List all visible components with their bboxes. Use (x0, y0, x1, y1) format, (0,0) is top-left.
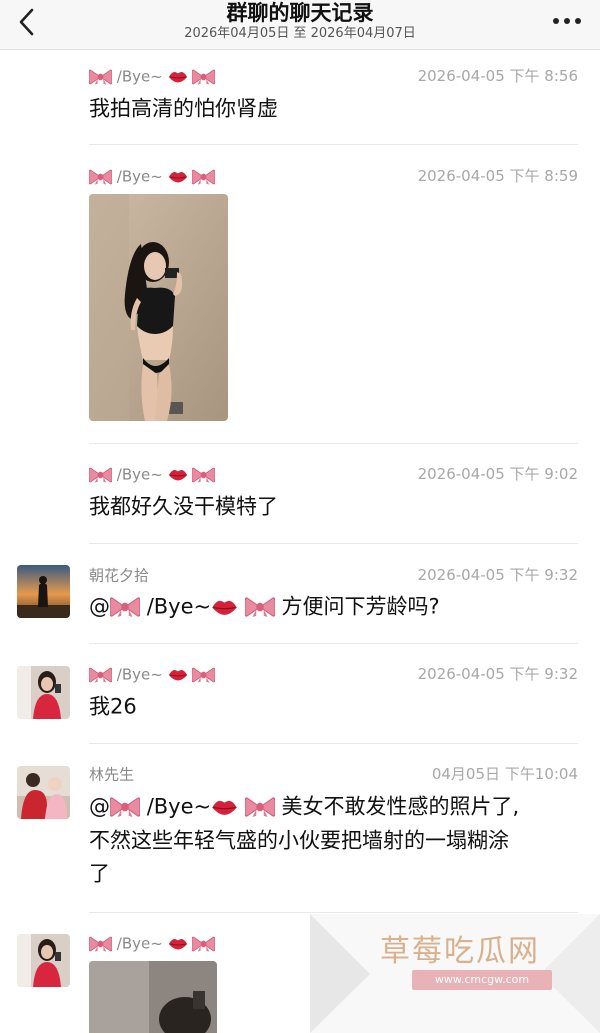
lips-icon (168, 170, 188, 184)
divider (89, 543, 578, 544)
sender-name: /Bye~ (89, 464, 215, 485)
sender-name: /Bye~ (89, 166, 215, 187)
bow-icon (192, 467, 215, 483)
bow-icon (245, 596, 275, 618)
bow-icon (192, 667, 215, 683)
photo-message[interactable] (89, 194, 228, 421)
lips-icon (168, 468, 188, 482)
message-text[interactable]: 我拍高清的怕你肾虚 (89, 92, 278, 126)
lips-icon (168, 668, 188, 682)
lips-icon (168, 937, 188, 951)
lips-icon (211, 598, 238, 617)
sender-name: 林先生 (89, 765, 135, 784)
more-button[interactable] (550, 8, 584, 34)
chat-history-page: 群聊的聊天记录 2026年04月05日 至 2026年04月07日 /Bye~ … (0, 0, 600, 1033)
date-range: 2026年04月05日 至 2026年04月07日 (184, 26, 416, 41)
divider (89, 743, 578, 744)
header-bar: 群聊的聊天记录 2026年04月05日 至 2026年04月07日 (0, 0, 600, 50)
message-time: 2026-04-05 下午 9:32 (417, 566, 578, 584)
bow-icon (110, 796, 140, 818)
divider (89, 643, 578, 644)
bow-icon (110, 596, 140, 618)
message-text[interactable]: @ /Bye~ 方便问下芳龄吗? (89, 590, 440, 624)
bow-icon (89, 936, 112, 952)
watermark-url: www.cmcgw.com (412, 970, 552, 990)
message-text[interactable]: 我都好久没干模特了 (89, 490, 278, 524)
photo-message[interactable] (89, 961, 217, 1033)
sender-name: /Bye~ (89, 66, 215, 87)
avatar[interactable] (17, 565, 70, 618)
divider (89, 144, 578, 145)
sender-name: /Bye~ (89, 664, 215, 685)
divider (89, 912, 578, 913)
watermark-text: 草莓吃瓜网 (380, 934, 540, 969)
message-time: 2026-04-05 下午 9:02 (417, 465, 578, 483)
message-time: 2026-04-05 下午 9:32 (417, 665, 578, 683)
avatar[interactable] (17, 934, 70, 987)
lips-icon (168, 70, 188, 84)
bow-icon (89, 667, 112, 683)
message-time: 2026-04-05 下午 8:56 (417, 67, 578, 85)
mention-name: /Bye~ (146, 794, 212, 819)
bow-icon (89, 69, 112, 85)
mention-name: /Bye~ (146, 594, 212, 619)
avatar[interactable] (17, 766, 70, 819)
sender-name: 朝花夕拾 (89, 566, 150, 585)
divider (89, 443, 578, 444)
bow-icon (89, 467, 112, 483)
avatar[interactable] (17, 666, 70, 719)
bow-icon (89, 169, 112, 185)
bow-icon (245, 796, 275, 818)
message-time: 2026-04-05 下午 8:59 (417, 167, 578, 185)
bow-icon (192, 169, 215, 185)
page-title: 群聊的聊天记录 (226, 1, 374, 25)
message-text[interactable]: 我26 (89, 690, 137, 724)
message-time: 04月05日 下午10:04 (431, 765, 578, 783)
lips-icon (211, 798, 238, 817)
sender-name: /Bye~ (89, 933, 215, 954)
message-text[interactable]: @ /Bye~ 美女不敢发性感的照片了, 不然这些年轻气盛的小伙要把墙射的一塌糊… (89, 790, 579, 891)
bow-icon (192, 936, 215, 952)
more-dots-icon (553, 18, 581, 24)
bow-icon (192, 69, 215, 85)
watermark: 草莓吃瓜网 www.cmcgw.com (310, 914, 600, 1033)
